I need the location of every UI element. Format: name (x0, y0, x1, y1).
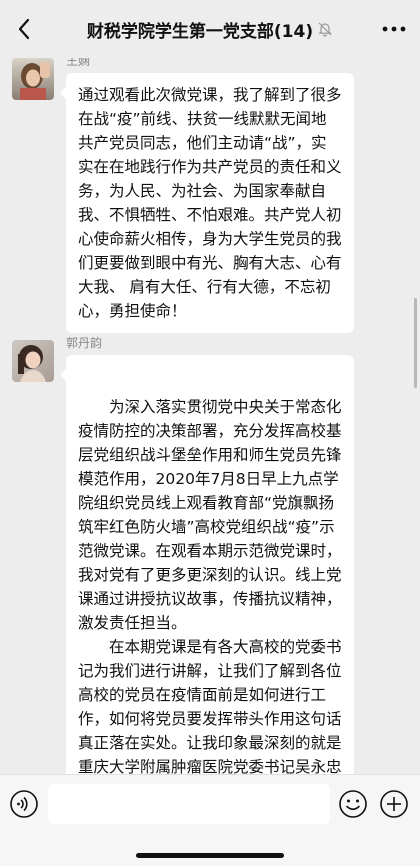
chat-header: 财税学院学生第一党支部(14) (0, 0, 420, 58)
sender-name: 王娴 (66, 58, 91, 68)
chevron-left-icon (18, 18, 30, 40)
plus-icon (380, 790, 408, 818)
avatar[interactable] (12, 340, 54, 382)
message-input[interactable] (48, 784, 330, 824)
home-indicator (136, 853, 284, 858)
message-paragraph: 在本期党课是有各大高校的党委书记为我们进行讲解，让我们了解到各位高校的党员在疫情… (78, 638, 342, 774)
emoji-button[interactable] (338, 789, 368, 819)
chat-title: 财税学院学生第一党支部(14) (86, 21, 314, 42)
avatar[interactable] (12, 58, 54, 100)
more-dots-icon (382, 26, 406, 32)
scrollbar[interactable] (414, 298, 417, 388)
bell-off-icon (318, 22, 332, 37)
voice-button[interactable] (9, 789, 39, 819)
input-bar (0, 774, 420, 866)
plus-button[interactable] (379, 789, 409, 819)
back-button[interactable] (12, 14, 36, 44)
sender-name: 郭丹韵 (66, 336, 103, 350)
chat-list[interactable]: 王娴 通过观看此次微党课，我了解到了很多在战“疫”前线、扶贫一线默默无闻地共产党… (0, 58, 420, 774)
title-wrap: 财税学院学生第一党支部(14) (87, 17, 333, 42)
more-button[interactable] (380, 18, 408, 40)
message-paragraph: 为深入落实贯彻党中央关于常态化疫情防控的决策部署，充分发挥高校基层党组织战斗堡垒… (78, 398, 342, 632)
message-bubble[interactable]: 为深入落实贯彻党中央关于常态化疫情防控的决策部署，充分发挥高校基层党组织战斗堡垒… (60, 355, 354, 774)
voice-icon (10, 790, 38, 818)
emoji-icon (339, 790, 367, 818)
message-bubble[interactable]: 通过观看此次微党课，我了解到了很多在战“疫”前线、扶贫一线默默无闻地共产党员同志… (60, 73, 354, 333)
message-text: 通过观看此次微党课，我了解到了很多在战“疫”前线、扶贫一线默默无闻地共产党员同志… (78, 86, 342, 320)
